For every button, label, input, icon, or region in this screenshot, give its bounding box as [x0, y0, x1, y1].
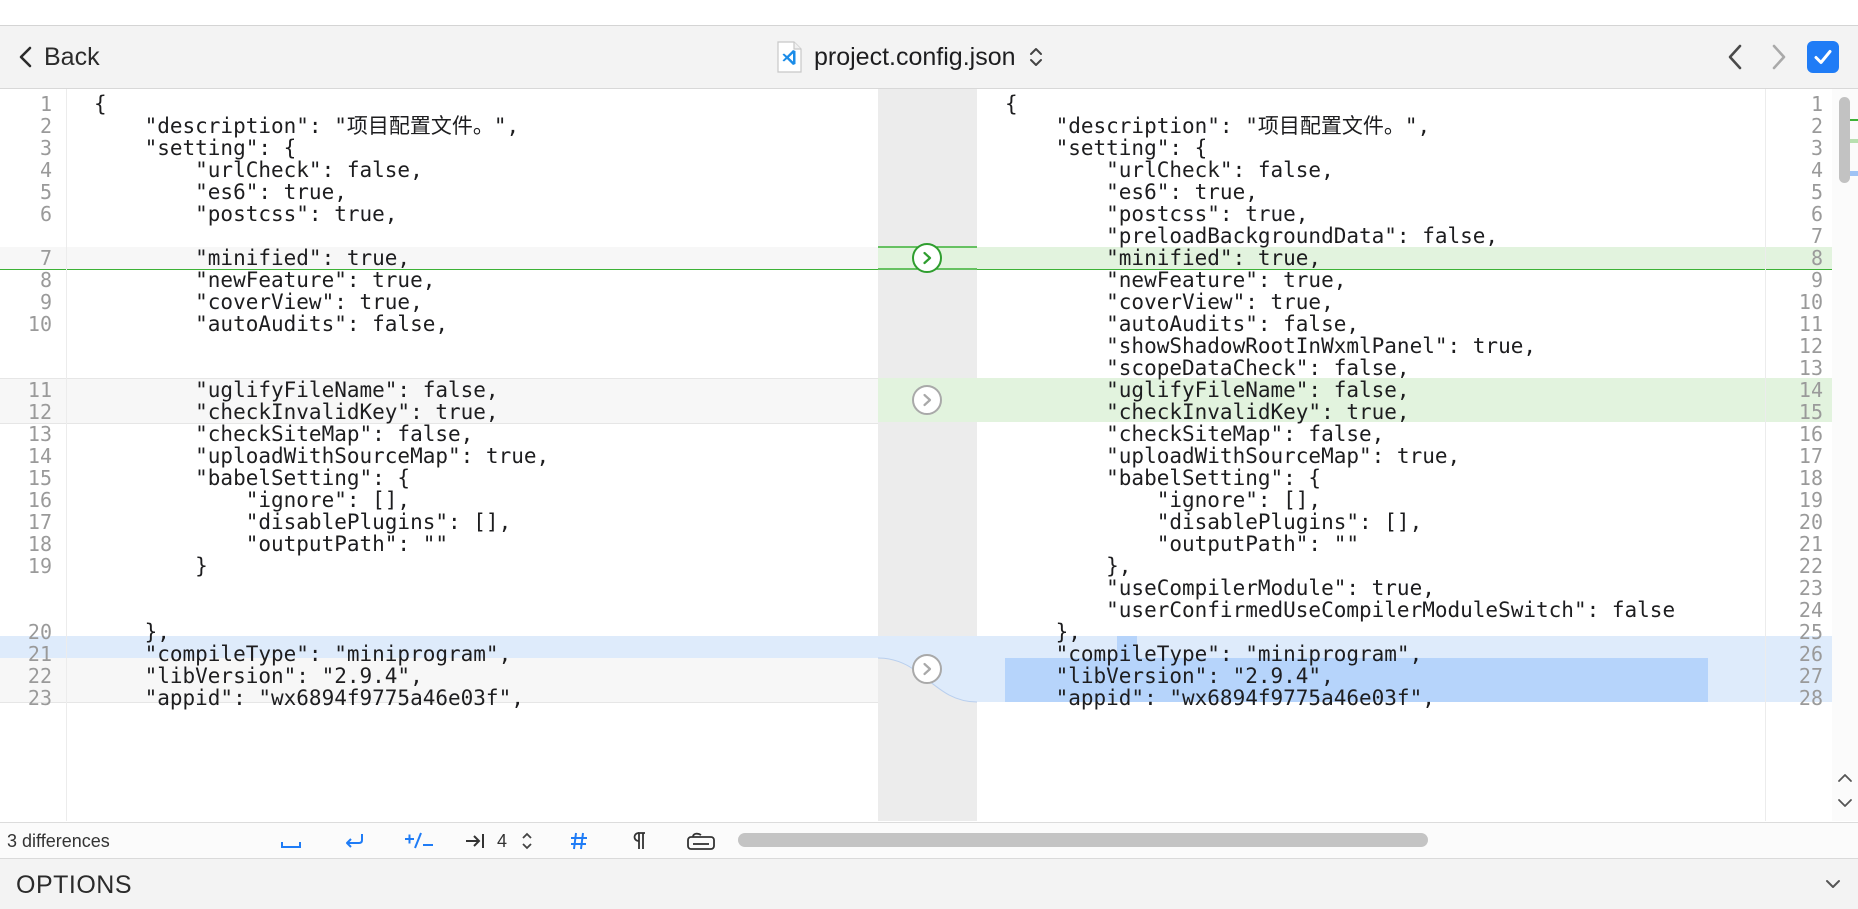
- chevron-down-icon[interactable]: [1824, 875, 1842, 893]
- wrap-lines-icon[interactable]: [343, 830, 365, 852]
- chevron-updown-icon: [1029, 48, 1042, 66]
- chevron-right-icon: [923, 662, 932, 676]
- scroll-down-icon[interactable]: [1836, 794, 1854, 812]
- show-spaces-icon[interactable]: [280, 830, 302, 852]
- left-line-number: 19: [27, 554, 52, 578]
- left-code-line: "postcss": true,: [94, 202, 398, 226]
- chevron-right-icon: [923, 251, 932, 265]
- previous-difference-icon[interactable]: [1722, 40, 1750, 74]
- tab-width-value[interactable]: 4: [497, 831, 507, 852]
- back-label: Back: [44, 42, 100, 71]
- vertical-scrollbar[interactable]: [1832, 89, 1858, 821]
- diff-view: 1 2 3 4 5 6 7 8 9 10 11 12 13 14 15 16 17 18 19 20 21 22 23 { …: [0, 89, 1858, 821]
- keyboard-icon[interactable]: [686, 830, 716, 852]
- toolbar: Back project.config.json: [0, 26, 1858, 89]
- options-label: OPTIONS: [16, 871, 133, 899]
- apply-change-button[interactable]: [912, 243, 942, 273]
- left-code-line: "appid": "wx6894f9775a46e03f",: [94, 686, 524, 710]
- chevron-right-icon: [923, 393, 932, 407]
- next-difference-icon[interactable]: [1764, 40, 1792, 74]
- right-code-line: "appid": "wx6894f9775a46e03f",: [1005, 686, 1435, 710]
- vertical-scroll-thumb[interactable]: [1839, 97, 1850, 183]
- chevron-left-icon: [19, 46, 32, 68]
- left-line-number: 6: [39, 202, 52, 226]
- status-bar: 3 differences 4: [0, 822, 1858, 858]
- tab-indent-icon[interactable]: [464, 830, 486, 852]
- left-code-line: }: [94, 554, 208, 578]
- left-line-number: 10: [27, 312, 52, 336]
- accept-checkbox[interactable]: [1807, 41, 1839, 73]
- connector-curves: [877, 246, 978, 703]
- file-title-switcher[interactable]: project.config.json: [776, 40, 1044, 74]
- right-line-number: 28: [1798, 686, 1823, 710]
- diff-connector: [877, 89, 978, 821]
- back-button[interactable]: Back: [16, 40, 100, 74]
- paragraph-icon[interactable]: [628, 830, 650, 852]
- diff-marker-icon[interactable]: [403, 830, 435, 852]
- checkmark-icon: [1814, 50, 1832, 64]
- right-code-line: "userConfirmedUseCompilerModuleSwitch": …: [1005, 598, 1676, 622]
- file-title: project.config.json: [814, 42, 1016, 71]
- vscode-file-icon: [777, 41, 802, 73]
- apply-change-button[interactable]: [912, 654, 942, 684]
- tab-width-stepper-icon[interactable]: [520, 830, 534, 852]
- apply-change-button[interactable]: [912, 385, 942, 415]
- left-line-number: 23: [27, 686, 52, 710]
- window-top-strip: [0, 0, 1858, 26]
- horizontal-scroll-thumb[interactable]: [738, 833, 1428, 847]
- differences-count: 3 differences: [7, 831, 110, 851]
- left-code-line: "autoAudits": false,: [94, 312, 449, 336]
- line-numbers-icon[interactable]: [568, 830, 590, 852]
- options-panel-header[interactable]: OPTIONS: [0, 858, 1858, 909]
- scroll-up-icon[interactable]: [1836, 769, 1854, 787]
